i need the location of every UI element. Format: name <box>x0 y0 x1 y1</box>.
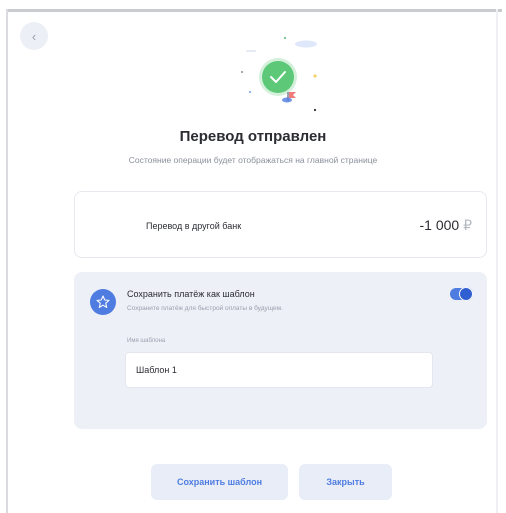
star-icon <box>96 295 110 308</box>
cloud-decoration <box>295 40 317 48</box>
status-title: Перевод отправлен <box>179 128 327 145</box>
save-template-button[interactable]: Сохранить шаблон <box>151 464 288 500</box>
check-success-icon <box>262 61 294 93</box>
window-right-border <box>496 9 498 513</box>
status-subtitle: Состояние операции будет отображаться на… <box>128 155 378 165</box>
save-template-description: Сохраните платёж для быстрой оплаты в бу… <box>127 305 283 312</box>
star-badge <box>90 289 116 315</box>
window-top-border <box>6 9 502 12</box>
window-left-border <box>6 9 8 513</box>
currency-symbol: ₽ <box>463 217 472 233</box>
transfer-summary-card: Перевод в другой банк -1 000 ₽ <box>74 191 487 258</box>
close-button[interactable]: Закрыть <box>299 464 392 500</box>
page: ‹ Перевод отправлен Состояние операции б… <box>0 0 506 513</box>
back-button[interactable]: ‹ <box>20 22 48 50</box>
flag-decoration <box>289 92 296 98</box>
save-template-toggle[interactable] <box>450 287 473 301</box>
success-illustration <box>240 36 317 112</box>
chevron-left-icon: ‹ <box>31 28 37 44</box>
transfer-type-label: Перевод в другой банк <box>146 221 242 231</box>
amount-value: -1 000 <box>419 217 460 233</box>
template-name-label: Имя шаблона <box>127 338 166 344</box>
transfer-amount: -1 000 ₽ <box>419 217 472 234</box>
toggle-knob <box>459 287 473 301</box>
template-name-input[interactable] <box>125 352 433 388</box>
save-template-card: Сохранить платёж как шаблон Сохраните пл… <box>74 272 487 429</box>
save-template-title: Сохранить платёж как шаблон <box>127 289 255 299</box>
